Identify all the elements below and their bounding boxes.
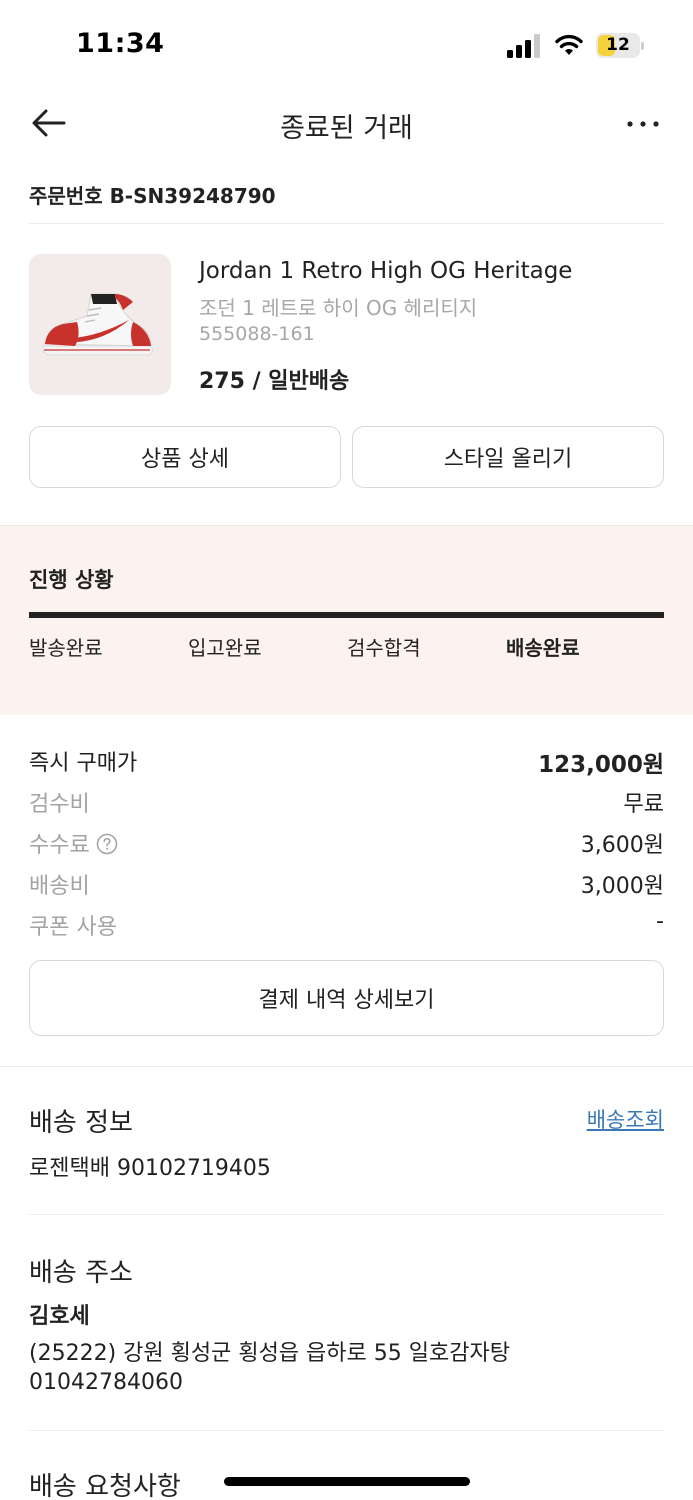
top-nav-bar: 종료된 거래: [0, 90, 693, 156]
battery-icon: 12: [596, 33, 644, 58]
status-bar: 11:34 12: [0, 0, 693, 90]
price-label: 배송비: [29, 874, 90, 899]
price-row-inspection-fee: 검수비 무료: [29, 786, 664, 817]
product-size-option: 275 / 일반배송: [199, 369, 350, 394]
shipping-info-title: 배송 정보: [29, 1108, 133, 1138]
progress-step-shipped: 발송완료: [29, 636, 103, 660]
progress-title: 진행 상황: [29, 568, 114, 592]
section-divider: [0, 1066, 693, 1067]
sneaker-image: [42, 293, 154, 356]
divider: [29, 1214, 664, 1215]
price-label: 즉시 구매가: [29, 751, 138, 776]
track-shipment-link[interactable]: 배송조회: [587, 1104, 664, 1134]
product-name[interactable]: Jordan 1 Retro High OG Heritage: [199, 258, 572, 284]
price-value: 123,000원: [538, 752, 664, 778]
price-value: 무료: [623, 792, 664, 817]
price-value: 3,000원: [580, 874, 664, 899]
wifi-icon: [555, 34, 583, 55]
status-time: 11:34: [76, 28, 165, 59]
divider: [29, 223, 664, 224]
progress-step-received: 입고완료: [188, 636, 262, 660]
more-options-icon[interactable]: [624, 110, 662, 138]
product-image[interactable]: [29, 254, 171, 395]
progress-step-delivered: 배송완료: [506, 636, 580, 660]
order-number: 주문번호 B-SN39248790: [29, 184, 276, 208]
shipping-address-title: 배송 주소: [29, 1258, 133, 1288]
price-label: 쿠폰 사용: [29, 915, 117, 940]
price-value: 3,600원: [580, 833, 664, 858]
payment-detail-button[interactable]: 결제 내역 상세보기: [29, 960, 664, 1036]
recipient-address: (25222) 강원 횡성군 횡성읍 읍하로 55 일호감자탕: [29, 1341, 510, 1366]
price-value: -: [656, 909, 664, 934]
shipping-request-title: 배송 요청사항: [29, 1472, 181, 1500]
price-row-instant-buy: 즉시 구매가 123,000원: [29, 745, 664, 778]
product-model-code: 555088-161: [199, 323, 315, 345]
progress-step-inspected: 검수합격: [347, 636, 421, 660]
price-row-commission: 수수료 3,600원: [29, 827, 664, 858]
price-row-coupon: 쿠폰 사용 -: [29, 909, 664, 940]
price-label: 검수비: [29, 792, 90, 817]
home-indicator[interactable]: [224, 1477, 470, 1486]
page-title: 종료된 거래: [280, 113, 413, 144]
divider: [29, 1430, 664, 1431]
product-detail-button[interactable]: 상품 상세: [29, 426, 341, 488]
progress-bar: [29, 612, 664, 618]
price-label: 수수료: [29, 833, 90, 858]
product-name-korean: 조던 1 레트로 하이 OG 헤리티지: [199, 296, 478, 320]
recipient-phone: 01042784060: [29, 1370, 183, 1395]
battery-level: 12: [606, 35, 630, 55]
help-question-icon[interactable]: [96, 833, 118, 855]
carrier-tracking-number: 로젠택배 90102719405: [29, 1156, 271, 1181]
price-row-shipping-fee: 배송비 3,000원: [29, 868, 664, 899]
post-style-button[interactable]: 스타일 올리기: [352, 426, 664, 488]
cellular-signal-icon: [507, 34, 540, 58]
recipient-name: 김호세: [29, 1304, 90, 1329]
progress-section: 진행 상황 발송완료 입고완료 검수합격 배송완료: [0, 525, 693, 715]
